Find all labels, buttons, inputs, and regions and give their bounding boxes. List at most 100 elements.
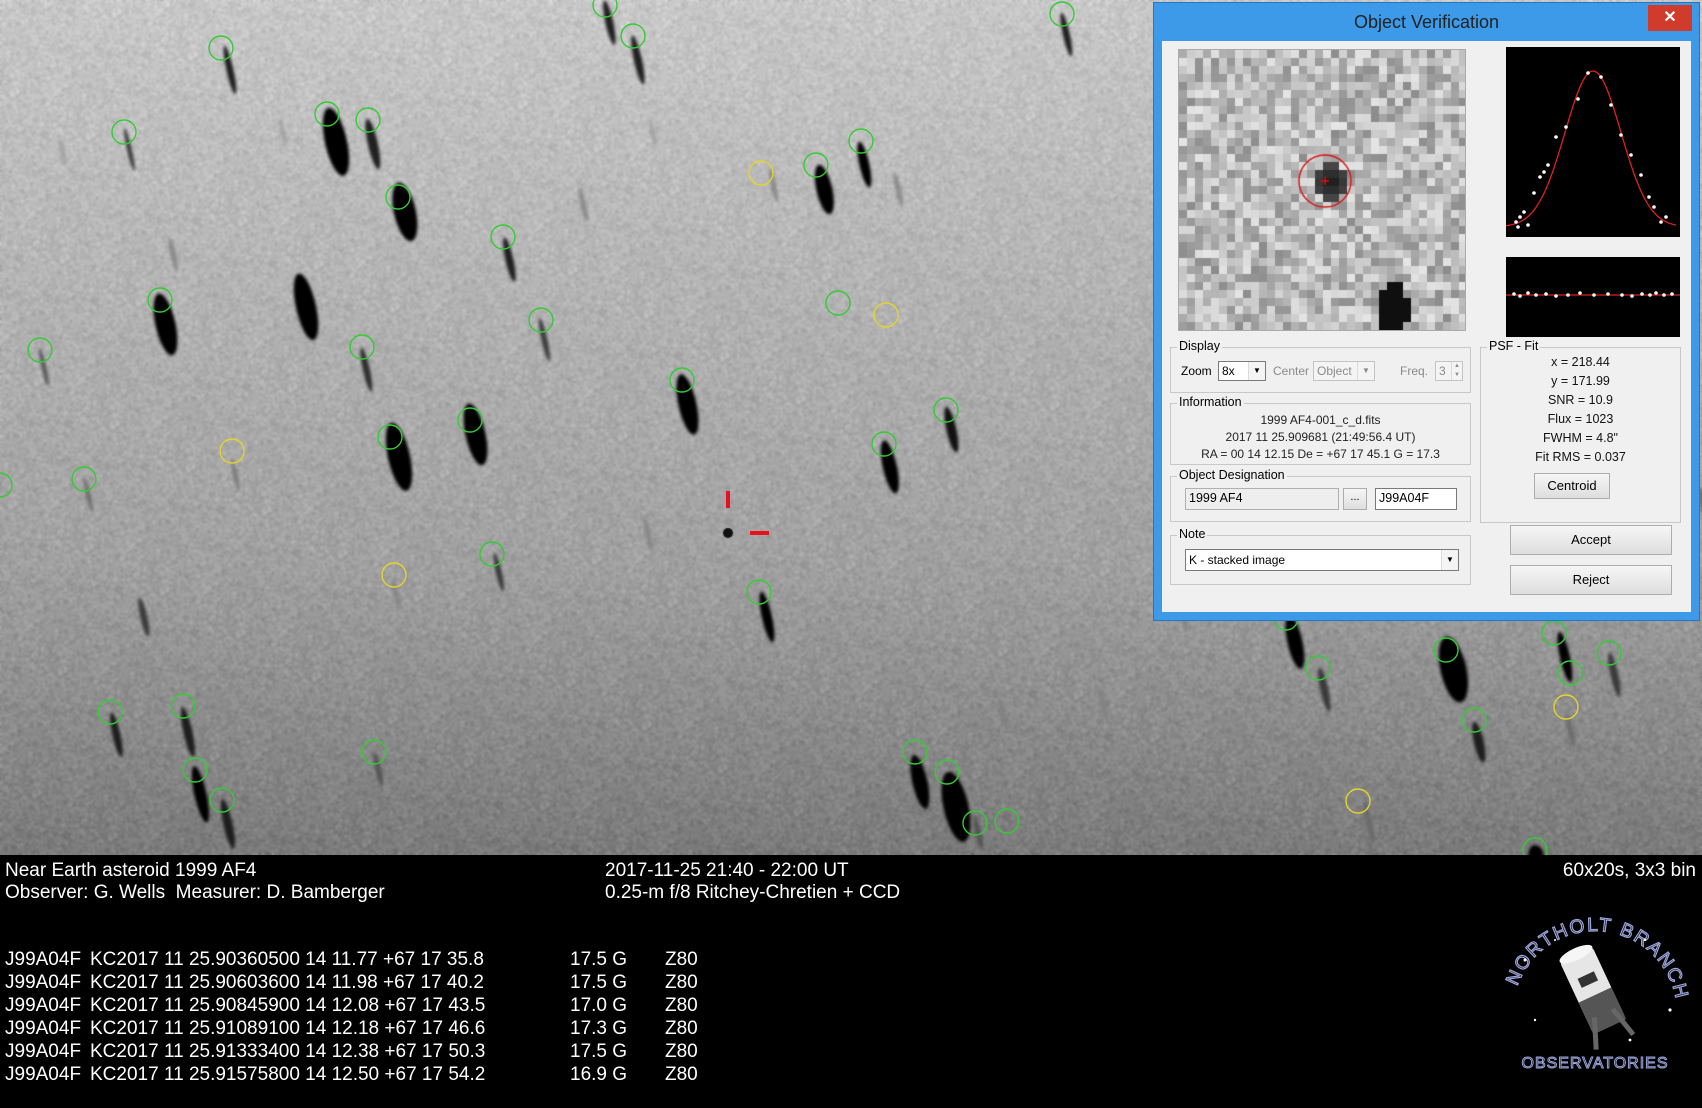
psf-sample-point (1532, 191, 1536, 195)
known-object-marker[interactable] (111, 119, 137, 145)
northolt-branch-logo: NORTHOLT BRANCH OBSERVATORIES (1502, 914, 1691, 1070)
known-object-marker[interactable] (1433, 637, 1459, 663)
known-object-marker[interactable] (746, 579, 772, 605)
known-object-marker[interactable] (1541, 620, 1567, 646)
psf-flux: Flux = 1023 (1547, 412, 1614, 426)
known-object-marker[interactable] (825, 290, 851, 316)
known-object-marker[interactable] (620, 23, 646, 49)
known-object-marker[interactable] (71, 466, 97, 492)
zoomed-star-view[interactable] (1178, 49, 1466, 331)
known-object-marker[interactable] (848, 128, 874, 154)
residual-point (1662, 293, 1666, 297)
zoom-select[interactable]: 8x ▼ (1218, 361, 1266, 381)
close-button[interactable]: ✕ (1648, 5, 1692, 31)
known-object-marker[interactable] (933, 397, 959, 423)
designation-group: Object Designation 1999 AF4 ... J99A04F (1170, 468, 1471, 522)
known-object-marker[interactable] (479, 541, 505, 567)
info-datetime: 2017 11 25.909681 (21:49:56.4 UT) (1225, 430, 1416, 444)
psf-sample-point (1542, 170, 1546, 174)
known-object-marker[interactable] (361, 739, 387, 765)
psf-sample-point (1599, 75, 1603, 79)
psf-sample-point (1526, 223, 1530, 227)
known-object-marker[interactable] (27, 337, 53, 363)
note-group-title: Note (1177, 527, 1208, 541)
known-object-marker[interactable] (528, 307, 554, 333)
known-object-marker[interactable] (962, 810, 988, 836)
psf-sample-point (1538, 175, 1542, 179)
other-object-marker[interactable] (1553, 694, 1579, 720)
known-object-marker[interactable] (1522, 837, 1548, 855)
known-object-marker[interactable] (592, 0, 618, 18)
information-group: Information 1999 AF4-001_c_d.fits 2017 1… (1170, 395, 1471, 465)
logo-bottom-text: OBSERVATORIES (1522, 1055, 1669, 1070)
center-select[interactable]: Object ▼ (1313, 361, 1375, 381)
freq-spinner[interactable]: 3 ▲ ▼ (1435, 361, 1463, 381)
known-object-marker[interactable] (147, 287, 173, 313)
known-object-marker[interactable] (934, 759, 960, 785)
accept-button[interactable]: Accept (1510, 525, 1672, 555)
spinner-arrows-icon: ▲ ▼ (1451, 362, 1462, 380)
known-object-marker[interactable] (1461, 707, 1487, 733)
browse-designation-button[interactable]: ... (1343, 488, 1367, 510)
known-object-marker[interactable] (385, 184, 411, 210)
chevron-down-icon: ▼ (1441, 550, 1458, 570)
known-object-marker[interactable] (1305, 655, 1331, 681)
known-object-marker[interactable] (208, 35, 234, 61)
known-object-marker[interactable] (182, 757, 208, 783)
known-object-marker[interactable] (490, 224, 516, 250)
psf-sample-point (1619, 133, 1623, 137)
other-object-marker[interactable] (748, 160, 774, 186)
psf-sample-point (1652, 205, 1656, 209)
note-select[interactable]: K - stacked image ▼ (1185, 549, 1459, 571)
designation-name-field[interactable]: 1999 AF4 (1185, 488, 1339, 510)
other-object-marker[interactable] (381, 562, 407, 588)
display-group-title: Display (1177, 339, 1222, 353)
psf-fit-curve (1506, 70, 1677, 227)
known-object-marker[interactable] (902, 739, 928, 765)
chevron-down-icon: ▼ (1357, 362, 1374, 380)
known-object-marker[interactable] (377, 424, 403, 450)
known-object-marker[interactable] (0, 472, 13, 498)
residual-point (1630, 294, 1634, 298)
psf-sample-point (1576, 97, 1580, 101)
known-object-marker[interactable] (349, 334, 375, 360)
known-object-marker[interactable] (457, 407, 483, 433)
packed-designation-field[interactable]: J99A04F (1375, 488, 1457, 510)
centroid-button[interactable]: Centroid (1534, 473, 1610, 499)
known-object-marker[interactable] (803, 152, 829, 178)
known-object-marker[interactable] (355, 107, 381, 133)
object-caption: Near Earth asteroid 1999 AF4 (5, 860, 257, 881)
residual-point (1518, 294, 1522, 298)
psf-sample-point (1609, 103, 1613, 107)
known-object-marker[interactable] (1049, 1, 1075, 27)
residual-point (1606, 292, 1610, 296)
psf-sample-point (1664, 215, 1668, 219)
residual-point (1544, 292, 1548, 296)
known-object-marker[interactable] (1596, 640, 1622, 666)
psf-sample-point (1546, 163, 1550, 167)
other-object-marker[interactable] (873, 302, 899, 328)
known-object-marker[interactable] (97, 699, 123, 725)
known-object-marker[interactable] (170, 693, 196, 719)
psf-x: x = 218.44 (1551, 355, 1610, 369)
credits-caption: Observer: G. Wells Measurer: D. Bamberge… (5, 882, 385, 903)
known-object-marker[interactable] (871, 431, 897, 457)
psf-fit-group: PSF - Fit x = 218.44 y = 171.99 SNR = 10… (1480, 339, 1681, 523)
known-object-marker[interactable] (209, 787, 235, 813)
known-object-marker[interactable] (1557, 660, 1583, 686)
information-group-title: Information (1177, 395, 1244, 409)
psf-group-title: PSF - Fit (1487, 339, 1541, 353)
zoom-value: 8x (1222, 364, 1235, 378)
other-object-marker[interactable] (219, 438, 245, 464)
known-object-marker[interactable] (314, 101, 340, 127)
freq-value: 3 (1439, 364, 1446, 378)
known-object-marker[interactable] (994, 808, 1020, 834)
psf-sample-point (1522, 210, 1526, 214)
known-object-marker[interactable] (669, 367, 695, 393)
other-object-marker[interactable] (1345, 788, 1371, 814)
note-group: Note K - stacked image ▼ (1170, 527, 1471, 585)
residual-point (1640, 292, 1644, 296)
psf-sample-point (1564, 125, 1568, 129)
reject-button[interactable]: Reject (1510, 565, 1672, 595)
exposure-caption: 60x20s, 3x3 bin (1562, 860, 1696, 881)
